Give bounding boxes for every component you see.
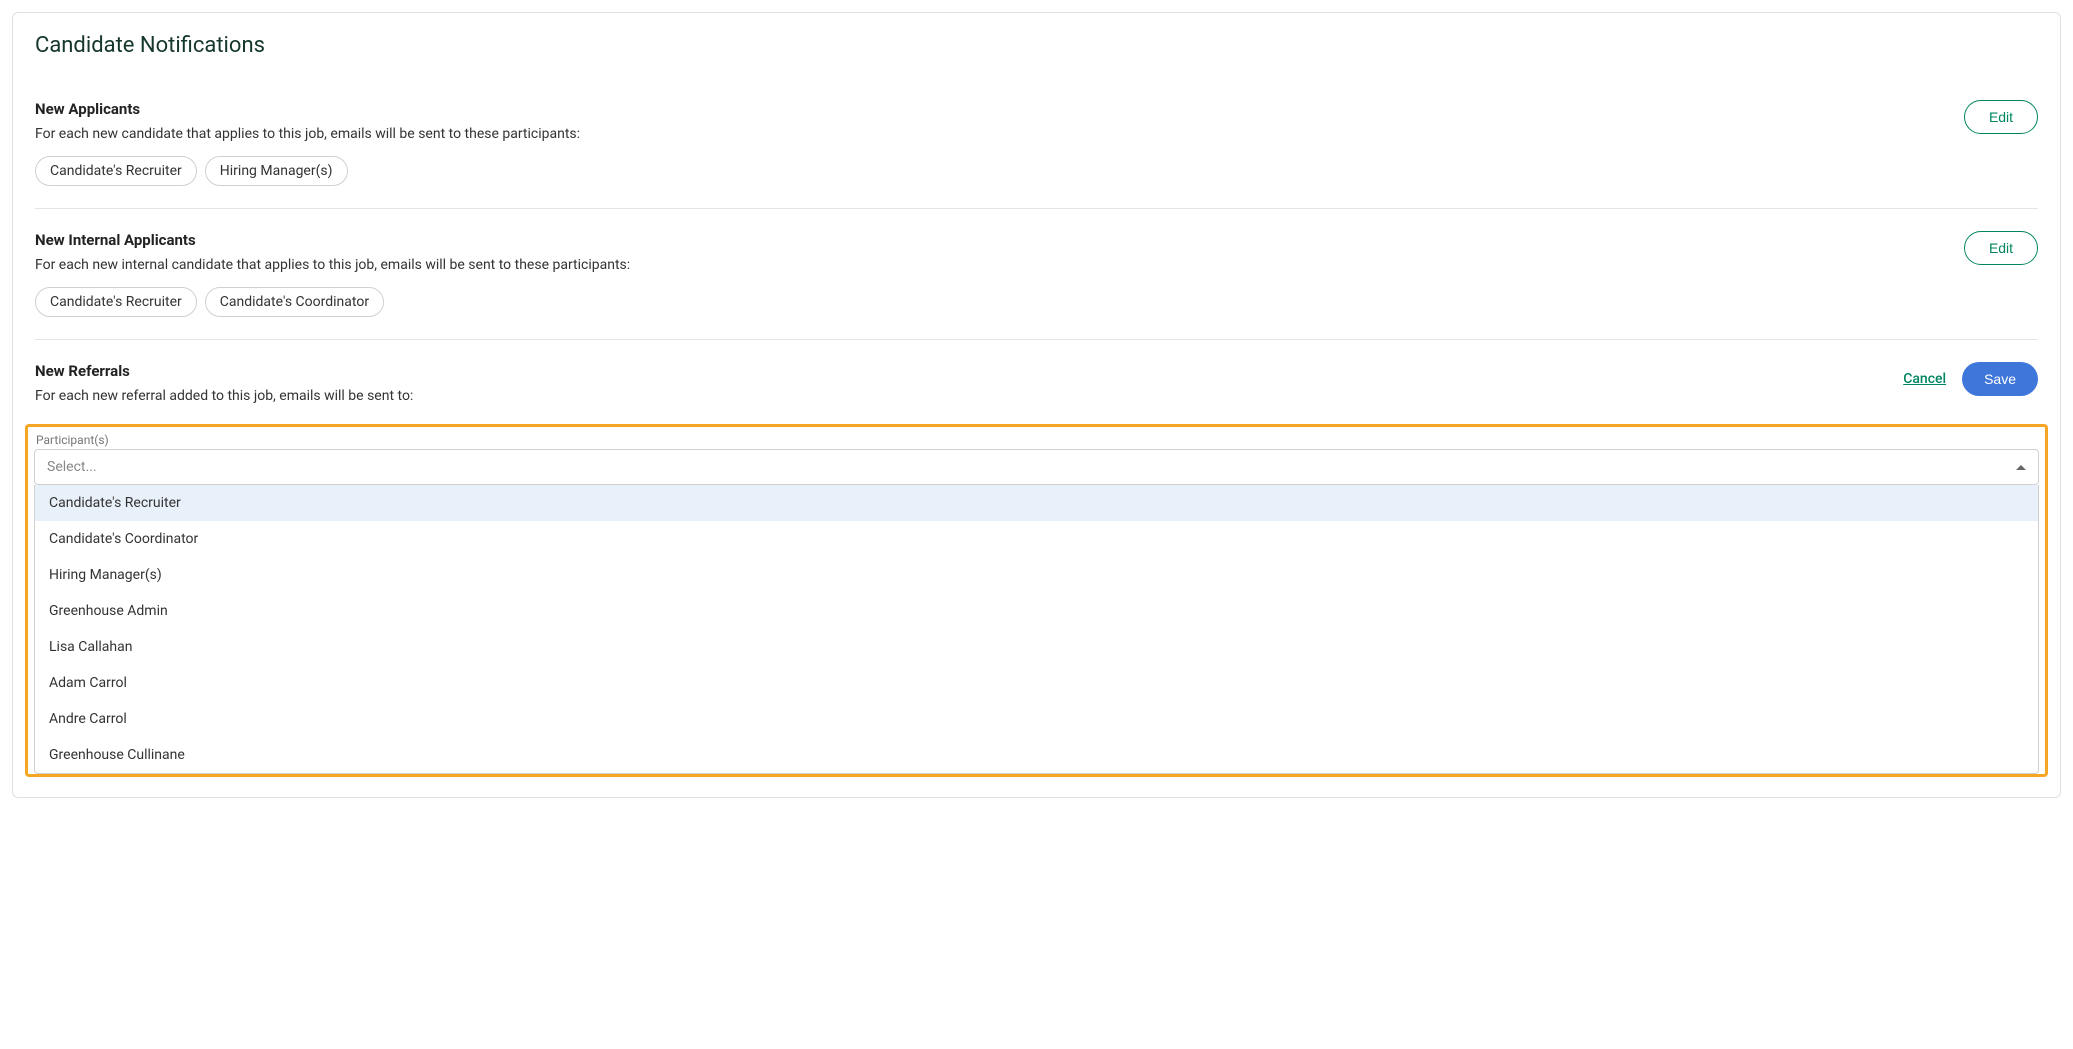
cancel-link[interactable]: Cancel	[1903, 371, 1946, 387]
participant-pill: Candidate's Recruiter	[35, 156, 197, 186]
dropdown-scroll[interactable]: Candidate's Recruiter Candidate's Coordi…	[35, 485, 2038, 773]
candidate-notifications-panel: Candidate Notifications New Applicants F…	[12, 12, 2061, 798]
edit-button[interactable]: Edit	[1964, 100, 2038, 134]
edit-button[interactable]: Edit	[1964, 231, 2038, 265]
section-description: For each new candidate that applies to t…	[35, 126, 1964, 142]
action-row: Cancel Save	[1903, 362, 2038, 396]
section-header: New Referrals For each new referral adde…	[35, 362, 2038, 418]
section-header: New Applicants For each new candidate th…	[35, 100, 2038, 186]
section-header-left: New Applicants For each new candidate th…	[35, 100, 1964, 186]
participant-pill: Hiring Manager(s)	[205, 156, 348, 186]
section-title: New Referrals	[35, 362, 1903, 380]
dropdown-option[interactable]: Hiring Manager(s)	[35, 557, 2038, 593]
dropdown-option[interactable]: Greenhouse Admin	[35, 593, 2038, 629]
section-header-left: New Referrals For each new referral adde…	[35, 362, 1903, 418]
section-description: For each new internal candidate that app…	[35, 257, 1964, 273]
section-title: New Applicants	[35, 100, 1964, 118]
section-new-applicants: New Applicants For each new candidate th…	[35, 86, 2038, 208]
participants-highlight-box: Participant(s) Select... Candidate's Rec…	[25, 424, 2048, 777]
participants-dropdown: Candidate's Recruiter Candidate's Coordi…	[34, 485, 2039, 774]
participants-field-label: Participant(s)	[34, 433, 2039, 447]
select-placeholder: Select...	[47, 459, 97, 475]
section-description: For each new referral added to this job,…	[35, 388, 1903, 404]
dropdown-option[interactable]: Candidate's Coordinator	[35, 521, 2038, 557]
section-new-internal-applicants: New Internal Applicants For each new int…	[35, 208, 2038, 339]
dropdown-option[interactable]: Greenhouse Cullinane	[35, 737, 2038, 773]
dropdown-option[interactable]: Candidate's Recruiter	[35, 485, 2038, 521]
dropdown-option[interactable]: Andre Carrol	[35, 701, 2038, 737]
section-new-referrals: New Referrals For each new referral adde…	[35, 339, 2038, 777]
participant-pill: Candidate's Coordinator	[205, 287, 384, 317]
section-title: New Internal Applicants	[35, 231, 1964, 249]
participant-pills: Candidate's Recruiter Hiring Manager(s)	[35, 156, 1964, 186]
dropdown-option[interactable]: Adam Carrol	[35, 665, 2038, 701]
page-title: Candidate Notifications	[35, 33, 2038, 58]
participants-select[interactable]: Select...	[34, 449, 2039, 485]
dropdown-option[interactable]: Lisa Callahan	[35, 629, 2038, 665]
participant-pill: Candidate's Recruiter	[35, 287, 197, 317]
participant-pills: Candidate's Recruiter Candidate's Coordi…	[35, 287, 1964, 317]
section-header: New Internal Applicants For each new int…	[35, 231, 2038, 317]
section-header-left: New Internal Applicants For each new int…	[35, 231, 1964, 317]
caret-up-icon	[2016, 465, 2026, 470]
save-button[interactable]: Save	[1962, 362, 2038, 396]
